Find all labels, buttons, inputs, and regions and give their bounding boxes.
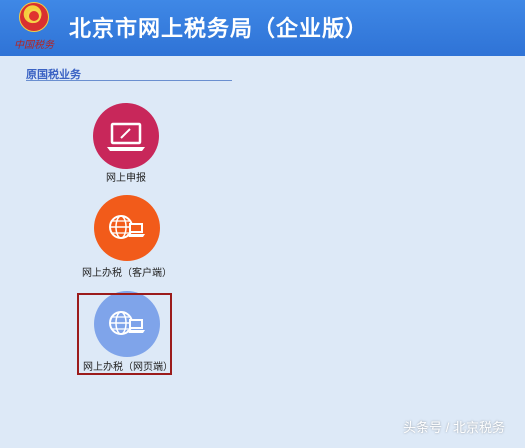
page-title: 北京市网上税务局（企业版） <box>69 16 369 41</box>
emblem-icon <box>19 2 49 32</box>
emblem-script: 中国税务 <box>14 40 54 51</box>
section-divider <box>26 80 232 81</box>
app-header: 中国税务 北京市网上税务局（企业版） <box>0 0 525 56</box>
online-filing-tile[interactable]: 网上申报 <box>88 103 168 184</box>
watermark: 头条号 / 北京税务 <box>403 420 505 435</box>
highlight-box <box>77 293 172 375</box>
online-filing-label: 网上申报 <box>106 173 146 184</box>
tax-emblem-logo: 中国税务 <box>5 2 63 54</box>
online-filing-button[interactable] <box>93 103 159 169</box>
laptop-icon <box>107 122 145 151</box>
globe-computer-icon <box>109 215 145 239</box>
online-tax-client-label: 网上办税（客户端） <box>82 268 172 279</box>
online-tax-client-button[interactable] <box>94 195 160 261</box>
online-tax-client-tile[interactable]: 网上办税（客户端） <box>73 195 183 279</box>
